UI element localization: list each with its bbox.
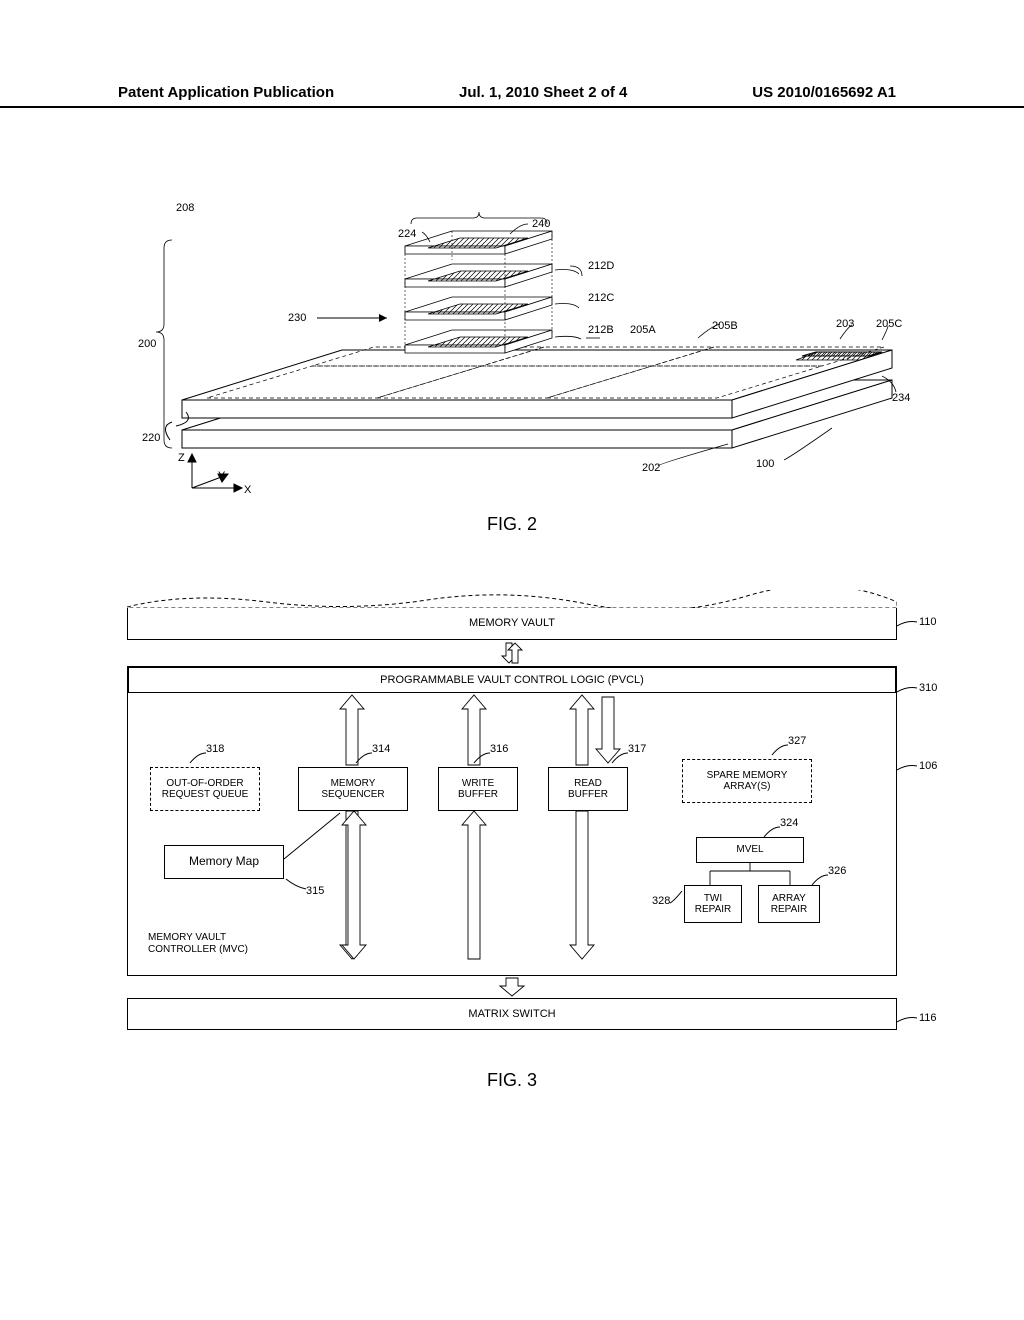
lead-116 (897, 1016, 921, 1028)
memory-vault-box: MEMORY VAULT (127, 608, 897, 640)
ref-203: 203 (836, 318, 854, 330)
ref-110: 110 (919, 616, 937, 628)
matrix-switch-box: MATRIX SWITCH (127, 998, 897, 1030)
memory-sequencer: MEMORY SEQUENCER (298, 767, 408, 811)
lead-310 (897, 686, 921, 698)
ref-212D: 212D (588, 260, 614, 272)
ref-106: 106 (919, 760, 937, 772)
ref-205A: 205A (630, 324, 656, 336)
ref-205B: 205B (712, 320, 738, 332)
mvc-outer: PROGRAMMABLE VAULT CONTROL LOGIC (PVCL) … (127, 666, 897, 976)
ref-208: 208 (176, 202, 194, 214)
ref-212C: 212C (588, 292, 614, 304)
figure-2: 208 240 224 212D 212C 212B 205A 205B 203… (0, 200, 1024, 535)
pvcl-box: PROGRAMMABLE VAULT CONTROL LOGIC (PVCL) (128, 667, 896, 693)
ref-200: 200 (138, 338, 156, 350)
memory-vault-label: MEMORY VAULT (469, 617, 555, 629)
fig3-caption: FIG. 3 (0, 1070, 1024, 1091)
write-buffer: WRITE BUFFER (438, 767, 518, 811)
ref-202: 202 (642, 462, 660, 474)
ref-240: 240 (532, 218, 550, 230)
header-center: Jul. 1, 2010 Sheet 2 of 4 (459, 84, 627, 106)
header-right: US 2010/0165692 A1 (752, 84, 896, 106)
axis-z: Z (178, 452, 185, 464)
mvc-body: OUT-OF-ORDER REQUEST QUEUE MEMORY SEQUEN… (128, 693, 896, 961)
fig2-caption: FIG. 2 (0, 514, 1024, 535)
out-of-order-request-queue: OUT-OF-ORDER REQUEST QUEUE (150, 767, 260, 811)
fig2-diagram (112, 200, 912, 500)
lead-106 (897, 764, 921, 776)
header-left: Patent Application Publication (118, 84, 334, 106)
axis-y: Y (218, 470, 225, 482)
arrow-mv-pvcl (492, 640, 532, 666)
ref-234: 234 (892, 392, 910, 404)
ref-212B: 212B (588, 324, 614, 336)
arrow-mvc-matrix (492, 976, 532, 998)
ref-224: 224 (398, 228, 416, 240)
ref-220: 220 (142, 432, 160, 444)
pvcl-label: PROGRAMMABLE VAULT CONTROL LOGIC (PVCL) (380, 674, 644, 686)
axis-x: X (244, 484, 251, 496)
mvc-title: MEMORY VAULT CONTROLLER (MVC) (148, 932, 248, 955)
ref-116: 116 (919, 1012, 937, 1024)
ref-310: 310 (919, 682, 937, 694)
matrix-switch-label: MATRIX SWITCH (468, 1008, 555, 1020)
ref-205C: 205C (876, 318, 902, 330)
spare-memory-arrays: SPARE MEMORY ARRAY(S) (682, 759, 812, 803)
ref-230: 230 (288, 312, 306, 324)
figure-3: MEMORY VAULT PROGRAMMABLE VAULT CONTROL … (0, 590, 1024, 1091)
lead-110 (897, 620, 921, 632)
read-buffer: READ BUFFER (548, 767, 628, 811)
ref-100: 100 (756, 458, 774, 470)
memory-vault-top-edge (127, 590, 897, 608)
